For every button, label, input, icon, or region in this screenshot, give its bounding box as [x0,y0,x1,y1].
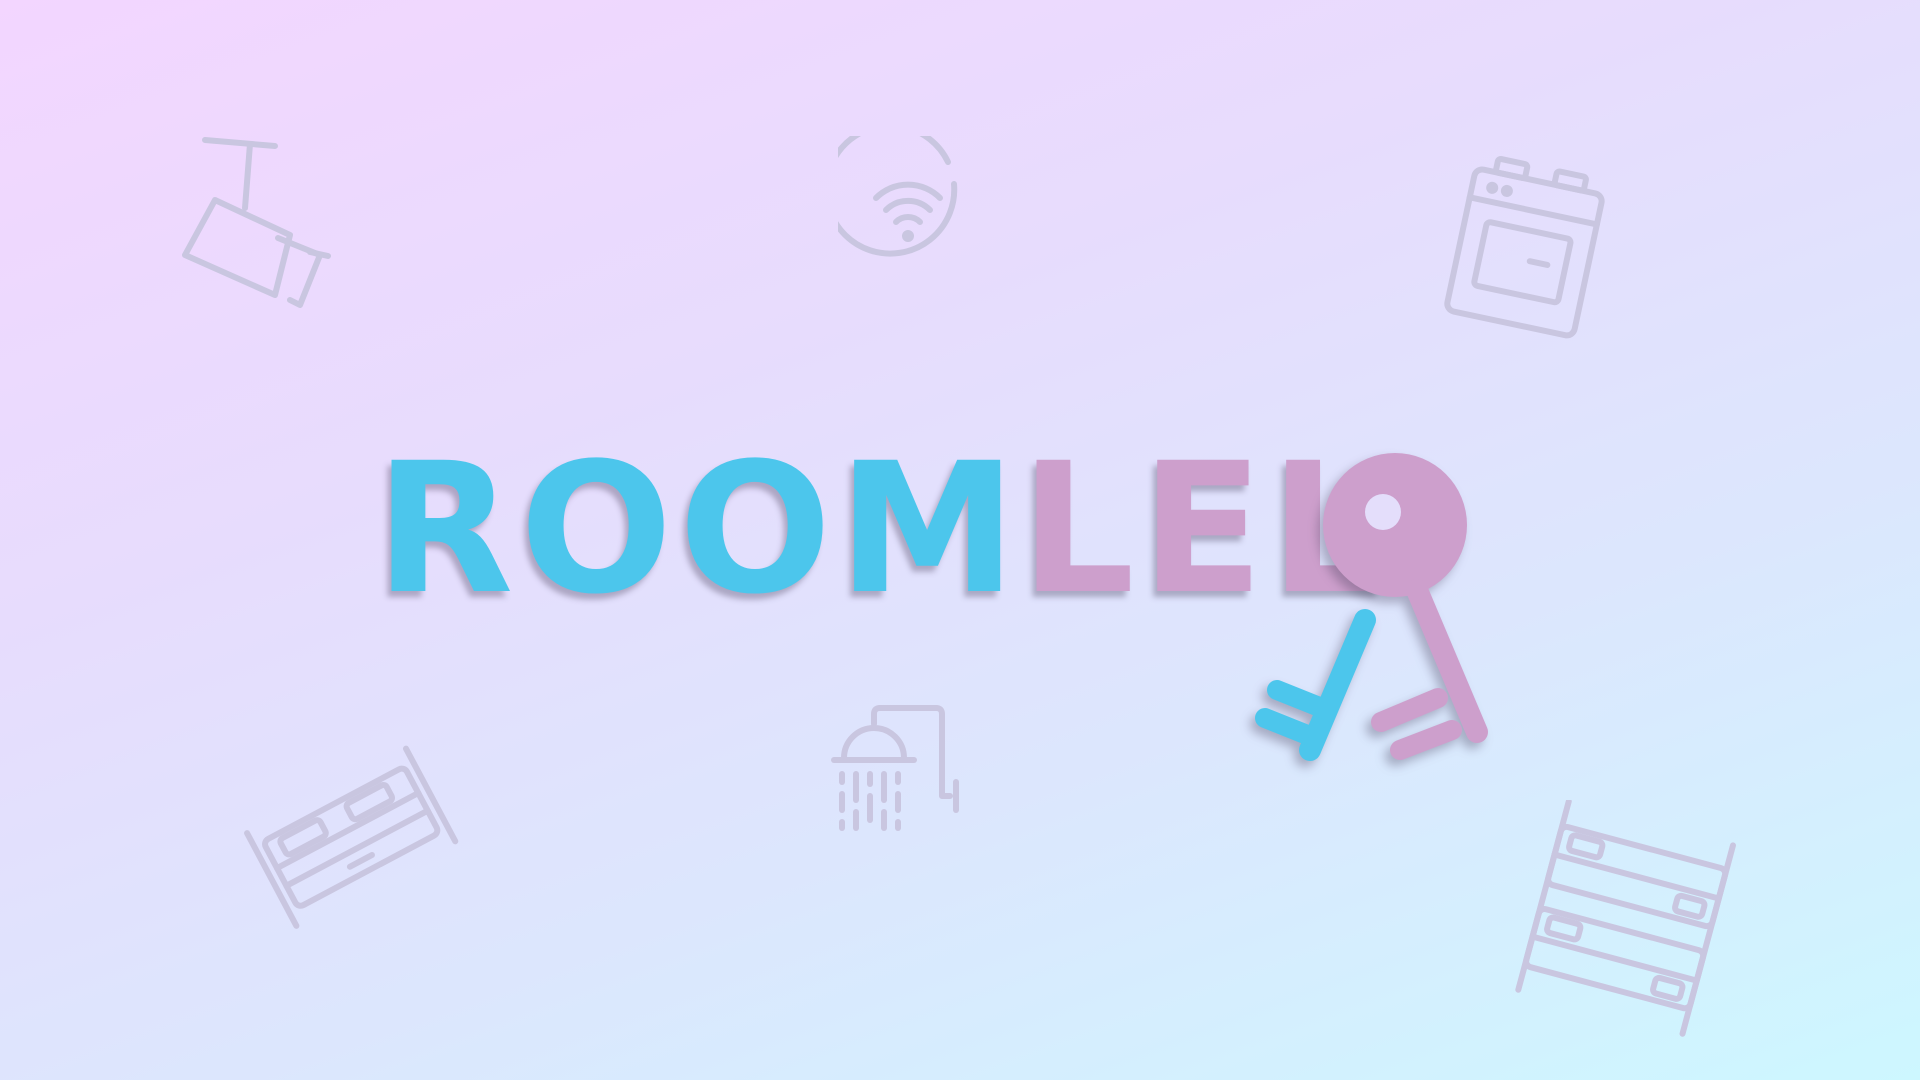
bunk-bed-icon [1500,800,1750,1040]
cctv-camera-icon [180,130,360,330]
oven-icon [1440,156,1610,340]
logo: ROOM LEL [375,440,1555,800]
wifi-icon [838,136,978,276]
logo-word-room: ROOM [375,425,1023,634]
key-icon [1255,453,1488,761]
